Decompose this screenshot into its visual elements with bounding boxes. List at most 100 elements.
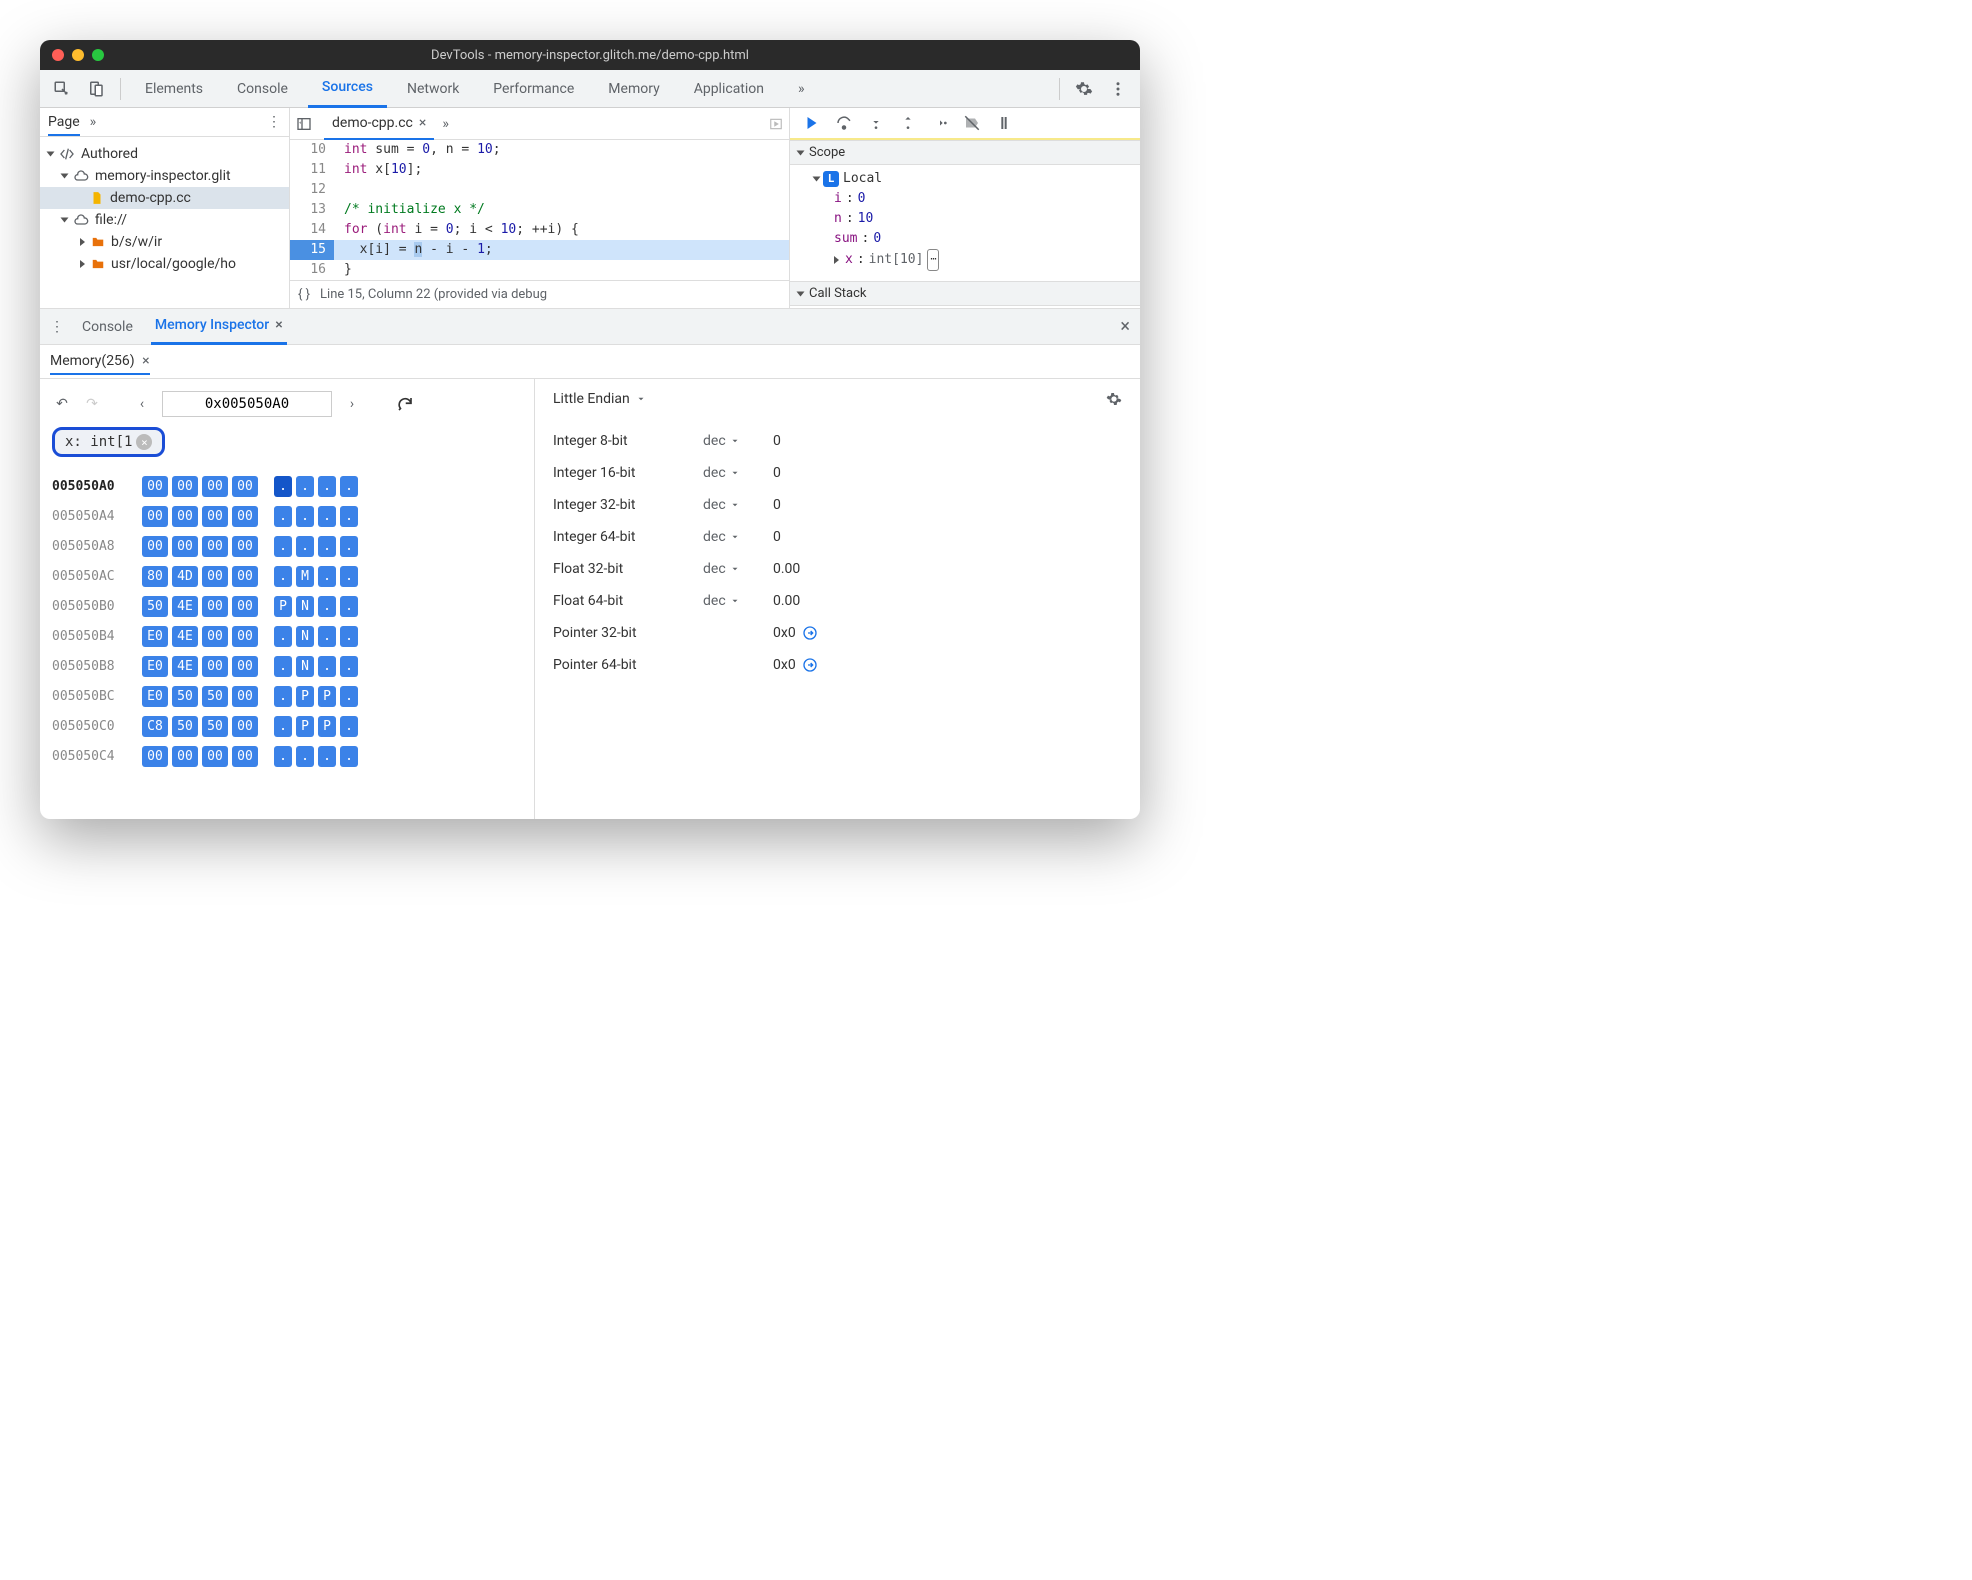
ascii-byte[interactable]: P <box>296 686 314 707</box>
code-line[interactable]: 10int sum = 0, n = 10; <box>290 140 789 160</box>
ascii-byte[interactable]: . <box>318 596 336 617</box>
pretty-print-icon[interactable]: { } <box>298 287 310 302</box>
close-tab-icon[interactable]: × <box>275 317 282 333</box>
ascii-byte[interactable]: . <box>274 626 292 647</box>
ascii-byte[interactable]: . <box>318 746 336 767</box>
page-prev-icon[interactable]: ‹ <box>132 396 152 412</box>
hex-byte[interactable]: 00 <box>232 746 258 767</box>
hex-row[interactable]: 005050B0504E0000PN.. <box>52 591 522 621</box>
file-nav-toggle-icon[interactable] <box>296 116 316 132</box>
hex-byte[interactable]: 00 <box>142 506 168 527</box>
code-line[interactable]: 15 x[i] = n - i - 1; <box>290 240 789 260</box>
hex-byte[interactable]: E0 <box>142 656 168 677</box>
ascii-byte[interactable]: N <box>296 596 314 617</box>
hex-byte[interactable]: 00 <box>142 746 168 767</box>
hex-byte[interactable]: C8 <box>142 716 168 737</box>
resume-icon[interactable] <box>800 111 824 135</box>
hex-byte[interactable]: 00 <box>202 656 228 677</box>
ascii-byte[interactable]: . <box>296 746 314 767</box>
line-number[interactable]: 11 <box>290 160 334 180</box>
file-tab-active[interactable]: demo-cpp.cc × <box>324 108 434 140</box>
code-line[interactable]: 11int x[10]; <box>290 160 789 180</box>
value-format-select[interactable]: dec <box>703 465 773 481</box>
tab-network[interactable]: Network <box>393 70 473 108</box>
kebab-menu-icon[interactable] <box>1104 75 1132 103</box>
hex-byte[interactable]: 4E <box>172 656 198 677</box>
ascii-byte[interactable]: . <box>340 686 358 707</box>
line-number[interactable]: 13 <box>290 200 334 220</box>
ascii-byte[interactable]: . <box>274 746 292 767</box>
minimize-window-icon[interactable] <box>72 49 84 61</box>
deactivate-breakpoints-icon[interactable] <box>960 111 984 135</box>
step-out-icon[interactable] <box>896 111 920 135</box>
zoom-window-icon[interactable] <box>92 49 104 61</box>
ascii-byte[interactable]: . <box>340 566 358 587</box>
close-file-icon[interactable]: × <box>419 115 426 131</box>
tab-sources[interactable]: Sources <box>308 70 387 108</box>
hex-byte[interactable]: 80 <box>142 566 168 587</box>
pause-exceptions-icon[interactable] <box>992 111 1016 135</box>
hex-byte[interactable]: 00 <box>232 626 258 647</box>
hex-byte[interactable]: 00 <box>172 536 198 557</box>
ascii-byte[interactable]: P <box>318 686 336 707</box>
tab-elements[interactable]: Elements <box>131 70 217 108</box>
ascii-byte[interactable]: . <box>296 506 314 527</box>
drawer-console-tab[interactable]: Console <box>78 309 137 345</box>
hex-byte[interactable]: 50 <box>142 596 168 617</box>
hex-byte[interactable]: 00 <box>232 716 258 737</box>
hex-byte[interactable]: 00 <box>202 746 228 767</box>
ascii-byte[interactable]: . <box>340 626 358 647</box>
hex-row[interactable]: 005050BCE0505000.PP. <box>52 681 522 711</box>
tab-memory[interactable]: Memory <box>594 70 673 108</box>
tree-authored[interactable]: Authored <box>40 143 289 165</box>
device-toggle-icon[interactable] <box>82 75 110 103</box>
ascii-byte[interactable]: . <box>318 536 336 557</box>
callstack-header[interactable]: Call Stack <box>790 281 1140 306</box>
tab-performance[interactable]: Performance <box>479 70 588 108</box>
code-line[interactable]: 16} <box>290 260 789 280</box>
ascii-byte[interactable]: . <box>340 506 358 527</box>
ascii-byte[interactable]: . <box>340 596 358 617</box>
ascii-byte[interactable]: . <box>340 476 358 497</box>
ascii-byte[interactable]: . <box>318 476 336 497</box>
ascii-byte[interactable]: . <box>296 536 314 557</box>
ascii-byte[interactable]: P <box>318 716 336 737</box>
line-number[interactable]: 14 <box>290 220 334 240</box>
reveal-memory-icon[interactable]: ⋯ <box>927 249 939 271</box>
navigator-kebab-icon[interactable]: ⋮ <box>267 114 281 130</box>
hex-byte[interactable]: 00 <box>202 476 228 497</box>
hex-byte[interactable]: 00 <box>232 596 258 617</box>
hex-row[interactable]: 005050C0C8505000.PP. <box>52 711 522 741</box>
hex-byte[interactable]: 00 <box>232 476 258 497</box>
jump-to-address-icon[interactable] <box>802 657 818 673</box>
hex-byte[interactable]: 00 <box>172 506 198 527</box>
hex-row[interactable]: 005050A000000000.... <box>52 471 522 501</box>
hex-byte[interactable]: 00 <box>202 596 228 617</box>
ascii-byte[interactable]: . <box>340 536 358 557</box>
hex-byte[interactable]: 4E <box>172 596 198 617</box>
ascii-byte[interactable]: . <box>274 656 292 677</box>
settings-icon[interactable] <box>1070 75 1098 103</box>
ascii-byte[interactable]: . <box>340 716 358 737</box>
hex-byte[interactable]: 50 <box>202 686 228 707</box>
ascii-byte[interactable]: M <box>296 566 314 587</box>
page-tab[interactable]: Page <box>48 114 80 136</box>
ascii-byte[interactable]: N <box>296 626 314 647</box>
chip-remove-icon[interactable]: × <box>136 434 152 450</box>
step-icon[interactable] <box>928 111 952 135</box>
ascii-byte[interactable]: . <box>318 626 336 647</box>
code-line[interactable]: 14for (int i = 0; i < 10; ++i) { <box>290 220 789 240</box>
hex-row[interactable]: 005050C400000000.... <box>52 741 522 771</box>
page-next-icon[interactable]: › <box>342 396 362 412</box>
hex-byte[interactable]: 00 <box>232 566 258 587</box>
scope-local[interactable]: L Local <box>814 169 1132 189</box>
ascii-byte[interactable]: . <box>318 566 336 587</box>
navigator-more-chevron[interactable]: » <box>90 114 97 130</box>
ascii-byte[interactable]: . <box>296 476 314 497</box>
scope-var[interactable]: x: int[10] ⋯ <box>834 249 1132 271</box>
hex-row[interactable]: 005050AC804D0000.M.. <box>52 561 522 591</box>
ascii-byte[interactable]: . <box>274 536 292 557</box>
ascii-byte[interactable]: . <box>274 566 292 587</box>
value-format-select[interactable]: dec <box>703 593 773 609</box>
ascii-byte[interactable]: P <box>296 716 314 737</box>
